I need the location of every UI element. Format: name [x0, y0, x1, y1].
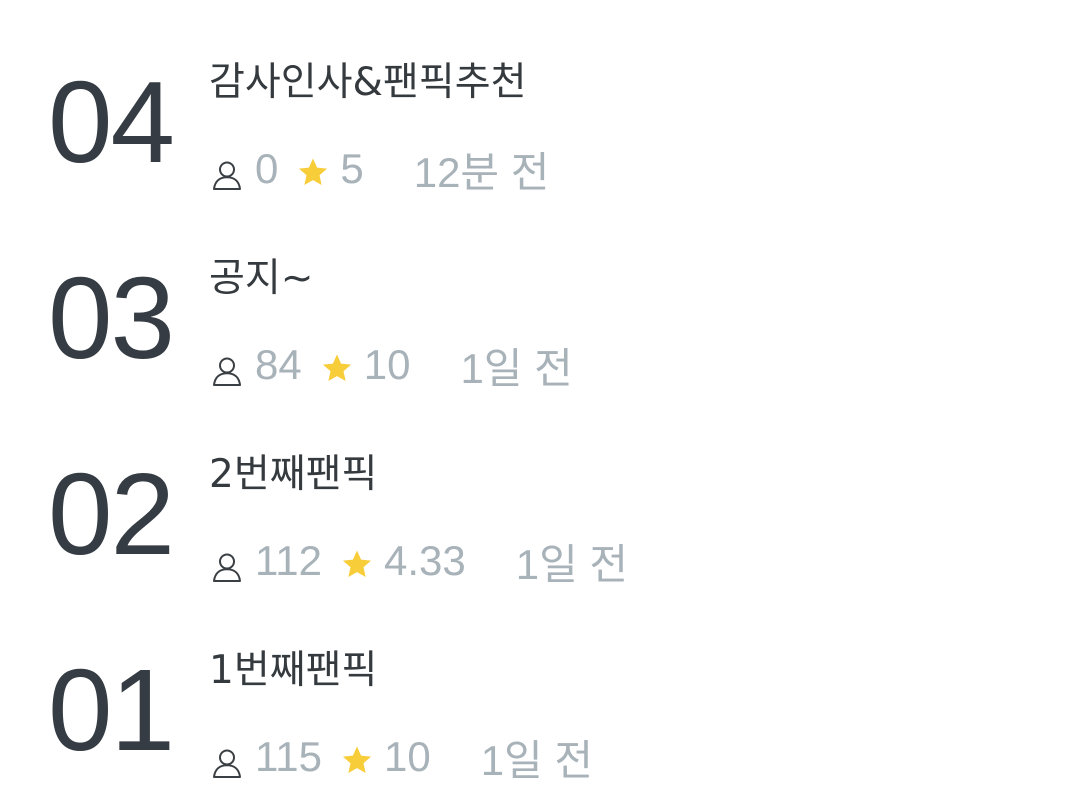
episode-title: 1번째팬픽 [209, 648, 378, 693]
view-count: 84 [255, 341, 302, 388]
rating-value: 10 [383, 733, 431, 780]
view-count: 0 [255, 145, 279, 192]
episode-meta: 84 10 1일 전 [211, 341, 573, 392]
episode-item[interactable]: 03 공지~ 84 10 1일 전 [0, 196, 1080, 392]
episode-list: 04 감사인사&팬픽추천 0 5 12분 전 03 공지~ 84 10 1일 전… [0, 0, 1080, 810]
episode-number: 03 [48, 253, 175, 383]
time-ago: 1일 전 [515, 540, 629, 588]
episode-item[interactable]: 01 1번째팬픽 115 10 1일 전 [0, 588, 1080, 784]
episode-meta: 115 10 1일 전 [211, 733, 593, 784]
user-icon [211, 349, 243, 386]
time-ago: 1일 전 [480, 736, 593, 784]
user-icon [211, 741, 243, 778]
episode-item[interactable]: 02 2번째팬픽 112 4.33 1일 전 [0, 392, 1080, 588]
episode-number: 04 [48, 57, 175, 187]
episode-number: 01 [48, 645, 175, 775]
star-icon [340, 544, 374, 578]
view-count: 115 [255, 733, 322, 780]
view-count: 112 [255, 537, 322, 584]
user-icon [211, 153, 243, 190]
episode-number: 02 [48, 449, 175, 579]
user-icon [211, 545, 243, 582]
rating-value: 4.33 [383, 537, 466, 584]
star-icon [320, 348, 354, 382]
episode-title: 감사인사&팬픽추천 [209, 60, 527, 105]
star-icon [296, 152, 330, 186]
episode-item[interactable]: 04 감사인사&팬픽추천 0 5 12분 전 [0, 0, 1080, 196]
time-ago: 12분 전 [413, 148, 550, 196]
rating-value: 5 [340, 145, 364, 192]
rating-value: 10 [363, 341, 411, 388]
star-icon [340, 740, 374, 774]
episode-meta: 0 5 12분 전 [211, 145, 549, 196]
episode-title: 공지~ [209, 256, 314, 301]
episode-title: 2번째팬픽 [209, 452, 378, 497]
episode-meta: 112 4.33 1일 전 [211, 537, 628, 588]
time-ago: 1일 전 [460, 344, 573, 392]
